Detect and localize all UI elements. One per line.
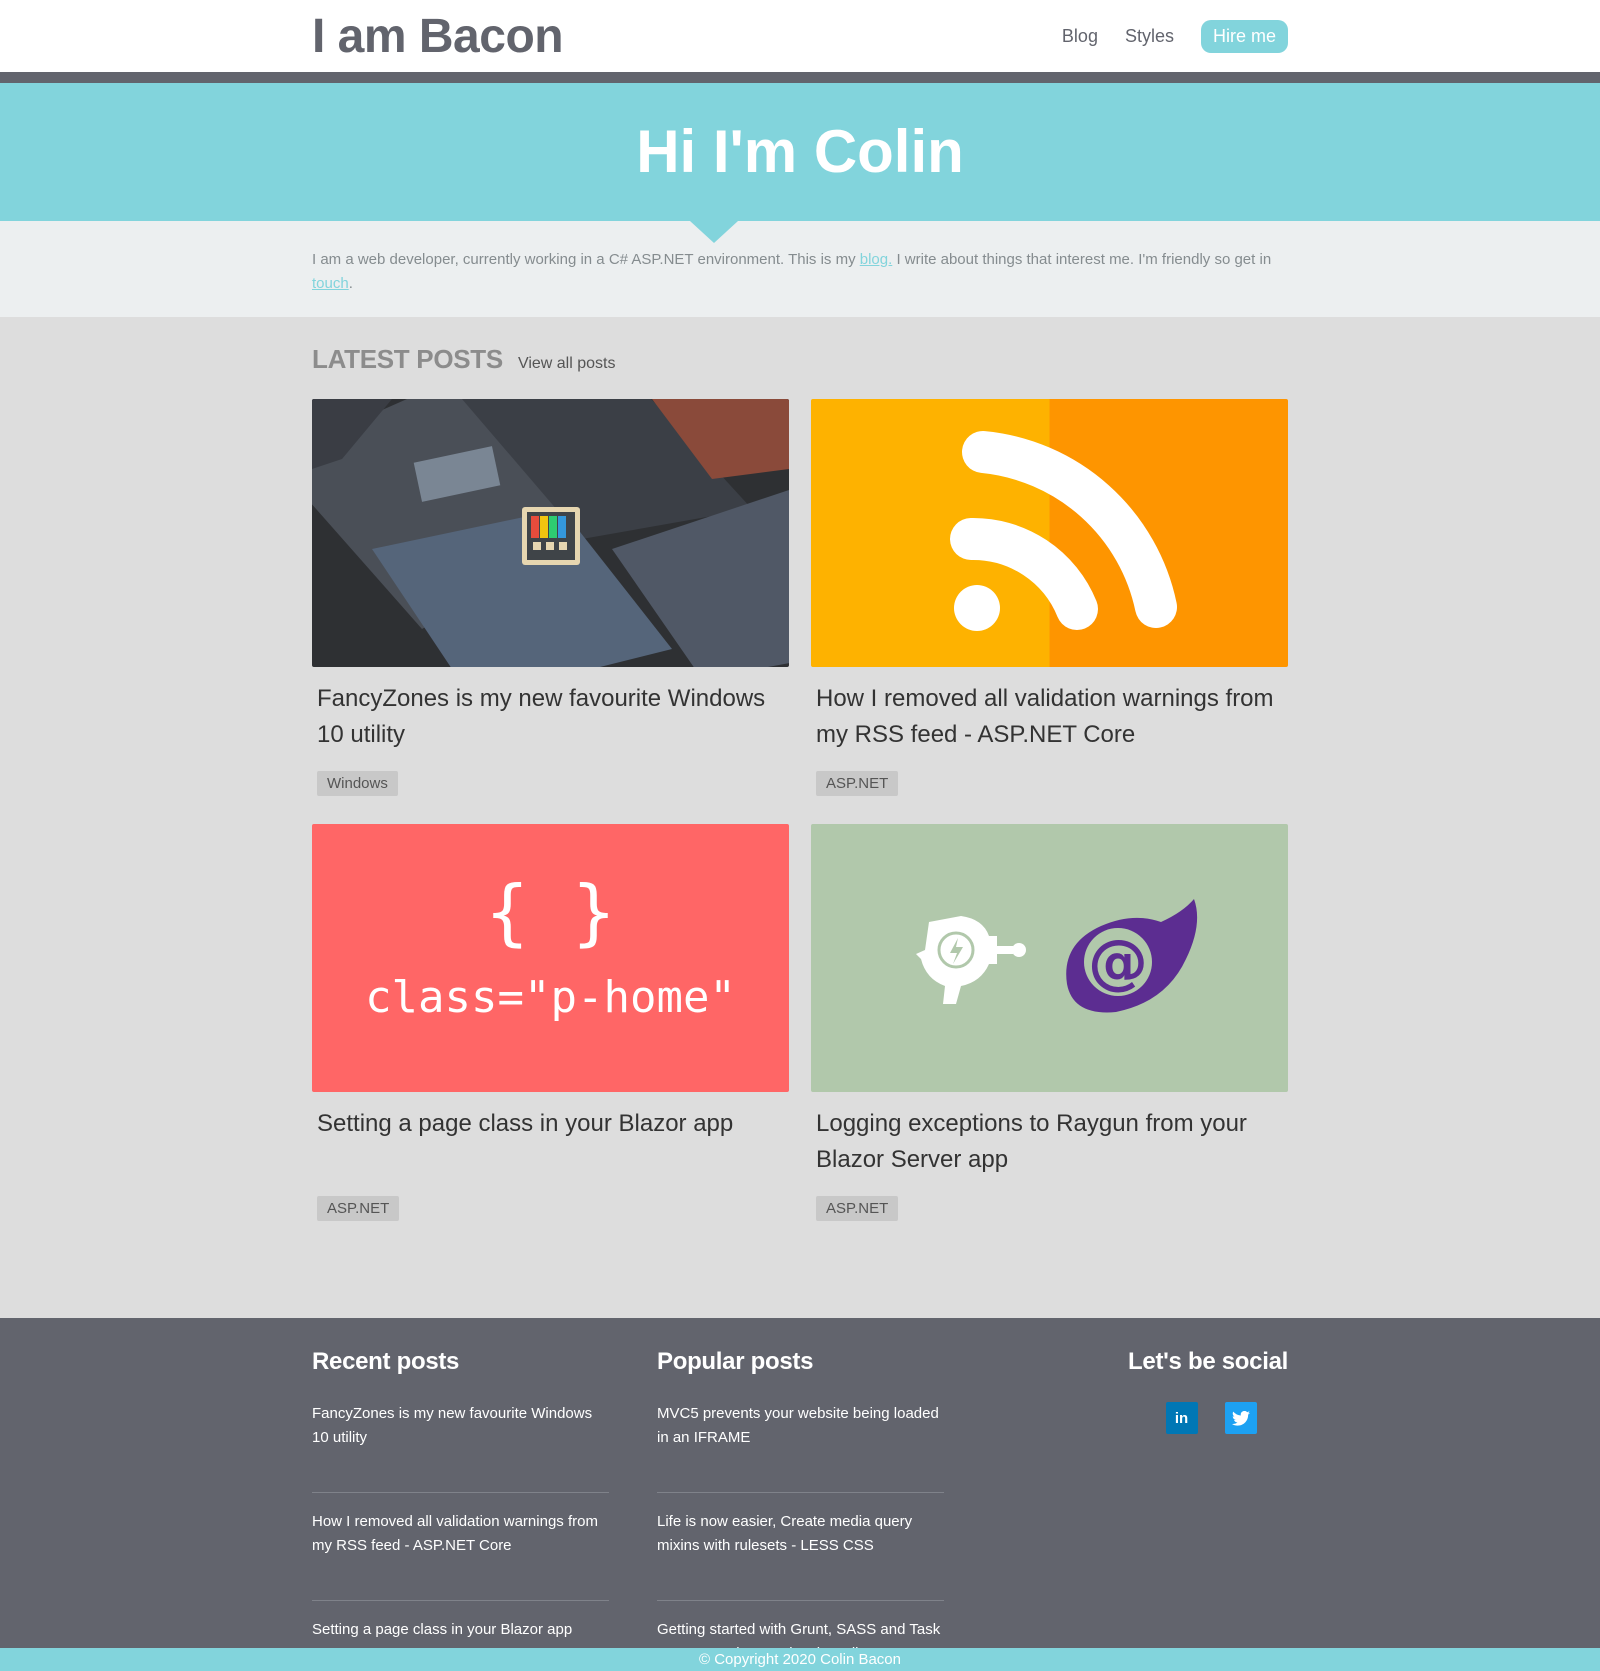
- popular-post-link[interactable]: Life is now easier, Create media query m…: [657, 1510, 944, 1601]
- intro-section: I am a web developer, currently working …: [0, 221, 1600, 317]
- raygun-blazor-thumbnail[interactable]: @: [811, 824, 1288, 1092]
- intro-blog-link[interactable]: blog.: [860, 251, 893, 268]
- post-tag[interactable]: ASP.NET: [816, 771, 899, 796]
- code-snippet: class="p-home": [365, 972, 736, 1023]
- popular-posts-column: Popular posts MVC5 prevents your website…: [657, 1348, 944, 1671]
- view-all-posts-link[interactable]: View all posts: [518, 355, 616, 373]
- nav-blog-link[interactable]: Blog: [1062, 26, 1098, 47]
- recent-posts-column: Recent posts FancyZones is my new favour…: [312, 1348, 609, 1671]
- blazor-icon: @: [1066, 899, 1198, 1013]
- hero-banner: Hi I'm Colin: [0, 83, 1600, 243]
- post-card[interactable]: How I removed all validation warnings fr…: [811, 399, 1288, 796]
- rss-thumbnail[interactable]: [811, 399, 1288, 667]
- social-heading: Let's be social: [1128, 1348, 1288, 1375]
- site-header: I am Bacon Blog Styles Hire me: [0, 0, 1600, 83]
- copyright-bar: © Copyright 2020 Colin Bacon: [0, 1648, 1600, 1671]
- post-title[interactable]: FancyZones is my new favourite Windows 1…: [312, 667, 789, 763]
- intro-text-part: I write about things that interest me. I…: [892, 251, 1272, 268]
- page-class-thumbnail[interactable]: { } class="p-home": [312, 824, 789, 1092]
- intro-text: I am a web developer, currently working …: [312, 221, 1288, 296]
- intro-text-part: .: [348, 275, 353, 292]
- fancyzones-screens-image: [312, 399, 789, 667]
- latest-posts-header: LATEST POSTS View all posts: [312, 344, 1288, 375]
- raygun-blazor-logos: @: [916, 899, 1198, 1013]
- social-icons: in: [1128, 1402, 1288, 1434]
- post-card[interactable]: { } class="p-home" Setting a page class …: [312, 824, 789, 1221]
- site-footer: Recent posts FancyZones is my new favour…: [0, 1318, 1600, 1662]
- linkedin-icon[interactable]: in: [1165, 1402, 1198, 1434]
- post-tag[interactable]: ASP.NET: [317, 1196, 400, 1221]
- rss-icon: [950, 431, 1177, 631]
- post-card[interactable]: FancyZones is my new favourite Windows 1…: [312, 399, 789, 796]
- post-title[interactable]: Logging exceptions to Raygun from your B…: [811, 1092, 1288, 1188]
- svg-text:@: @: [1088, 927, 1148, 997]
- posts-grid: FancyZones is my new favourite Windows 1…: [312, 399, 1288, 1221]
- recent-post-link[interactable]: FancyZones is my new favourite Windows 1…: [312, 1402, 609, 1493]
- recent-post-link[interactable]: How I removed all validation warnings fr…: [312, 1510, 609, 1601]
- post-title[interactable]: How I removed all validation warnings fr…: [811, 667, 1288, 763]
- intro-touch-link[interactable]: touch: [312, 275, 349, 292]
- social-column: Let's be social in: [1128, 1348, 1288, 1671]
- popular-posts-heading: Popular posts: [657, 1348, 814, 1375]
- main-nav: Blog Styles Hire me: [1062, 19, 1288, 53]
- hire-me-button[interactable]: Hire me: [1200, 19, 1288, 53]
- post-tag[interactable]: Windows: [317, 771, 398, 796]
- twitter-icon[interactable]: [1224, 1402, 1257, 1434]
- fancyzones-thumbnail[interactable]: [312, 399, 789, 667]
- hero-title: Hi I'm Colin: [636, 118, 964, 185]
- post-tag[interactable]: ASP.NET: [816, 1196, 899, 1221]
- recent-posts-heading: Recent posts: [312, 1348, 460, 1375]
- nav-styles-link[interactable]: Styles: [1125, 26, 1174, 47]
- popular-post-link[interactable]: MVC5 prevents your website being loaded …: [657, 1402, 944, 1493]
- code-braces: { }: [485, 870, 616, 954]
- post-card[interactable]: @ Logging exceptions to Raygun from your…: [811, 824, 1288, 1221]
- site-logo[interactable]: I am Bacon: [312, 13, 564, 61]
- latest-posts-section: LATEST POSTS View all posts FancyZones i…: [0, 317, 1600, 1318]
- post-title[interactable]: Setting a page class in your Blazor app: [312, 1092, 789, 1188]
- intro-text-part: I am a web developer, currently working …: [312, 251, 860, 268]
- latest-posts-heading: LATEST POSTS: [312, 344, 503, 374]
